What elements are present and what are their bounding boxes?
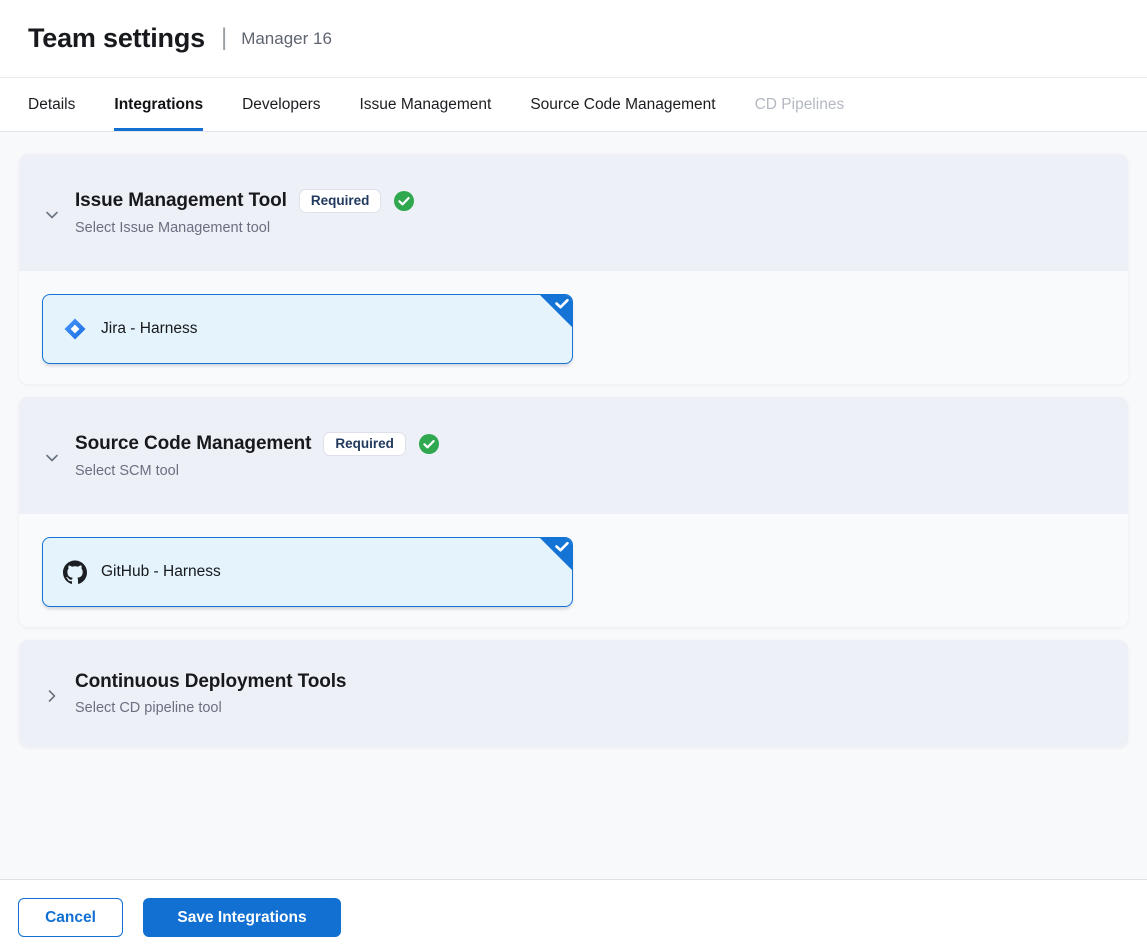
page-header: Team settings | Manager 16 <box>0 0 1147 78</box>
section-scm-body: GitHub - Harness <box>19 514 1128 627</box>
chevron-down-icon <box>43 449 61 467</box>
tab-integrations[interactable]: Integrations <box>114 78 203 131</box>
tool-card-jira-harness[interactable]: Jira - Harness <box>42 294 573 364</box>
tool-label: GitHub - Harness <box>101 563 221 581</box>
jira-icon <box>63 317 87 341</box>
section-issue-management-body: Jira - Harness <box>19 271 1128 384</box>
page-subtitle: Manager 16 <box>241 29 332 49</box>
tab-cd-pipelines[interactable]: CD Pipelines <box>755 78 845 131</box>
section-title: Issue Management Tool <box>75 190 287 212</box>
check-circle-icon <box>393 190 415 212</box>
tab-source-code-management[interactable]: Source Code Management <box>530 78 715 131</box>
section-issue-management-tool: Issue Management Tool Required Select Is… <box>19 154 1128 384</box>
tool-card-github-harness[interactable]: GitHub - Harness <box>42 537 573 607</box>
selected-check-corner-icon <box>539 537 573 571</box>
check-circle-icon <box>418 433 440 455</box>
github-icon <box>63 560 87 584</box>
page-title: Team settings <box>28 23 205 54</box>
integrations-content: Issue Management Tool Required Select Is… <box>0 132 1147 879</box>
tab-issue-management[interactable]: Issue Management <box>360 78 492 131</box>
required-badge: Required <box>323 432 406 457</box>
section-continuous-deployment-tools: Continuous Deployment Tools Select CD pi… <box>19 640 1128 747</box>
section-title: Source Code Management <box>75 433 311 455</box>
tool-label: Jira - Harness <box>101 320 197 338</box>
title-separator: | <box>221 24 227 52</box>
cancel-button[interactable]: Cancel <box>18 898 123 937</box>
section-subtitle: Select CD pipeline tool <box>75 700 346 716</box>
section-subtitle: Select SCM tool <box>75 463 440 479</box>
section-title: Continuous Deployment Tools <box>75 671 346 693</box>
selected-check-corner-icon <box>539 294 573 328</box>
tab-developers[interactable]: Developers <box>242 78 320 131</box>
section-issue-management-header[interactable]: Issue Management Tool Required Select Is… <box>19 154 1128 271</box>
section-scm-header[interactable]: Source Code Management Required Select S… <box>19 397 1128 514</box>
required-badge: Required <box>299 189 382 214</box>
tab-details[interactable]: Details <box>28 78 75 131</box>
section-cd-header[interactable]: Continuous Deployment Tools Select CD pi… <box>19 640 1128 747</box>
footer-action-bar: Cancel Save Integrations <box>0 879 1147 952</box>
chevron-right-icon <box>43 687 61 705</box>
tab-bar: Details Integrations Developers Issue Ma… <box>0 78 1147 132</box>
section-source-code-management: Source Code Management Required Select S… <box>19 397 1128 627</box>
chevron-down-icon <box>43 206 61 224</box>
save-integrations-button[interactable]: Save Integrations <box>143 898 341 937</box>
section-subtitle: Select Issue Management tool <box>75 220 415 236</box>
